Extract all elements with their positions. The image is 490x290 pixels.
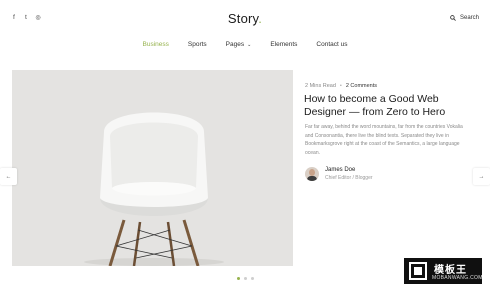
watermark-icon	[409, 262, 427, 280]
logo-text: Story	[227, 11, 259, 26]
main-nav: Business Sports Pages ⌄ Elements Contact …	[0, 41, 490, 48]
next-slide-button[interactable]: →	[473, 168, 490, 185]
author-name[interactable]: James Doe	[325, 167, 373, 173]
nav-label: Contact us	[316, 41, 348, 48]
read-time: 2 Mins Read	[305, 83, 336, 89]
nav-item-sports[interactable]: Sports	[188, 41, 207, 48]
nav-label: Sports	[187, 41, 207, 48]
avatar	[305, 167, 319, 181]
nav-label: Pages	[225, 41, 245, 48]
nav-item-pages[interactable]: Pages ⌄	[226, 41, 252, 48]
slide-dot-1[interactable]	[236, 277, 240, 280]
nav-item-business[interactable]: Business	[143, 41, 169, 48]
meta-separator: •	[339, 83, 342, 89]
watermark-logo: 模板王 MOBANWANG.COM	[404, 258, 482, 284]
site-logo[interactable]: Story.	[0, 11, 490, 26]
logo-dot: .	[258, 11, 263, 26]
author-role: Chief Editor / Blogger	[325, 175, 373, 181]
search-label: Search	[459, 15, 479, 21]
top-bar: f t ◎ Story. Search	[0, 0, 490, 36]
post-author[interactable]: James Doe Chief Editor / Blogger	[305, 167, 373, 181]
arrow-right-icon: →	[478, 173, 485, 180]
slide-dot-3[interactable]	[250, 277, 254, 280]
featured-image[interactable]	[12, 70, 293, 266]
comments-link[interactable]: 2 Comments	[346, 83, 377, 89]
arrow-left-icon: ←	[5, 173, 12, 180]
nav-item-contact[interactable]: Contact us	[316, 41, 347, 48]
post-excerpt: Far far away, behind the word mountains,…	[305, 124, 463, 156]
slide-dot-2[interactable]	[243, 277, 247, 280]
chevron-down-icon: ⌄	[247, 41, 252, 48]
nav-label: Business	[142, 41, 169, 48]
prev-slide-button[interactable]: ←	[0, 168, 17, 185]
search-button[interactable]: Search	[450, 15, 479, 21]
watermark-url: MOBANWANG.COM	[432, 275, 483, 281]
search-icon	[450, 15, 456, 21]
chair-image	[12, 70, 293, 266]
nav-item-elements[interactable]: Elements	[270, 41, 297, 48]
post-title[interactable]: How to become a Good Web Designer — from…	[304, 93, 479, 119]
nav-label: Elements	[270, 41, 298, 48]
watermark-text: 模板王	[434, 265, 467, 276]
post-meta: 2 Mins Read • 2 Comments	[305, 83, 377, 89]
